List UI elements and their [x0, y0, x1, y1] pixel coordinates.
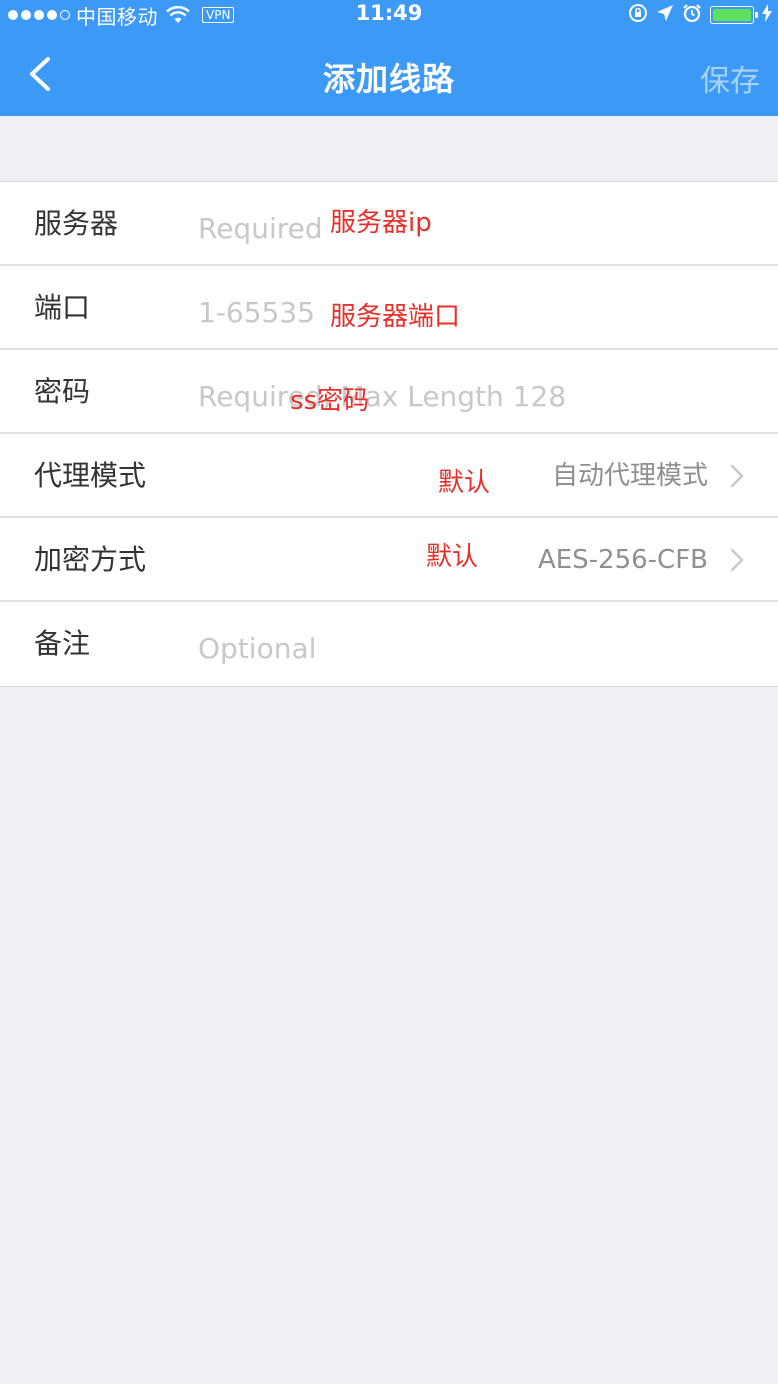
- location-icon: [656, 4, 674, 26]
- port-row: 端口 服务器端口: [0, 266, 778, 350]
- server-input[interactable]: [198, 208, 738, 248]
- proxy-mode-row[interactable]: 代理模式 默认 自动代理模式: [0, 434, 778, 518]
- password-annotation: ss密码: [290, 386, 370, 416]
- battery-icon: [710, 6, 758, 24]
- server-annotation: 服务器ip: [330, 208, 432, 238]
- status-right: [628, 3, 772, 27]
- remark-row: 备注: [0, 602, 778, 686]
- password-input[interactable]: [198, 376, 738, 416]
- port-input[interactable]: [198, 292, 738, 332]
- encryption-row[interactable]: 加密方式 默认 AES-256-CFB: [0, 518, 778, 602]
- rotation-lock-icon: [628, 3, 648, 27]
- battery-fill: [713, 9, 751, 21]
- proxy-mode-value: 自动代理模式: [551, 461, 708, 491]
- password-row: 密码 ss密码: [0, 350, 778, 434]
- save-button[interactable]: 保存: [700, 56, 760, 100]
- encryption-value: AES-256-CFB: [537, 545, 708, 575]
- proxy-mode-annotation: 默认: [438, 468, 491, 498]
- screen: 中国移动 VPN 11:49 添加线路 保存 服务器 Required 服务器i…: [0, 0, 778, 1384]
- chevron-right-icon: [730, 548, 744, 572]
- proxy-mode-label: 代理模式: [34, 459, 147, 492]
- charging-icon: [762, 4, 772, 26]
- password-label: 密码: [34, 375, 91, 408]
- header: 中国移动 VPN 11:49 添加线路 保存: [0, 0, 778, 116]
- remark-label: 备注: [34, 627, 91, 660]
- server-label: 服务器: [34, 207, 119, 240]
- status-bar: 中国移动 VPN 11:49: [0, 0, 778, 30]
- port-annotation: 服务器端口: [330, 302, 461, 332]
- alarm-icon: [682, 3, 702, 27]
- server-row: 服务器 服务器ip: [0, 182, 778, 266]
- remark-input[interactable]: [198, 628, 738, 668]
- page-title: 添加线路: [322, 60, 455, 98]
- chevron-right-icon: [730, 464, 744, 488]
- port-label: 端口: [34, 291, 91, 324]
- encryption-label: 加密方式: [34, 543, 147, 576]
- nav-bar: 添加线路 保存: [0, 30, 778, 116]
- route-form: 服务器 服务器ip 端口 服务器端口 密码 ss密码 代理模式 默认 自动代理模…: [0, 181, 778, 687]
- encryption-annotation: 默认: [426, 542, 479, 572]
